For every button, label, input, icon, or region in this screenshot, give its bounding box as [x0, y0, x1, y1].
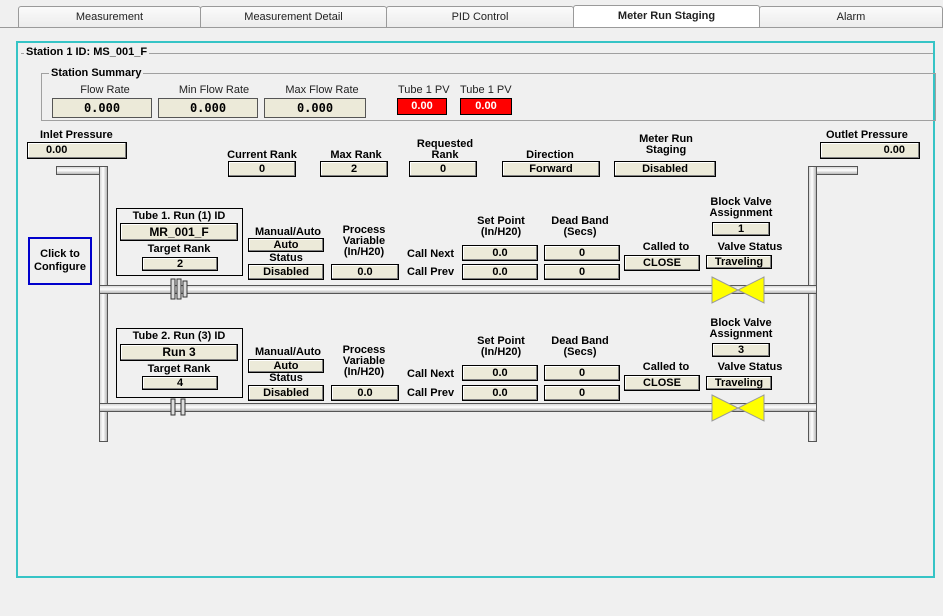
tube2-pv-label: Process Variable (In/H20): [342, 344, 386, 378]
tube2-manual-auto[interactable]: Auto: [248, 359, 324, 373]
tube2-process-variable: 0.0: [331, 385, 399, 401]
tube2-call-next-label: Call Next: [407, 368, 455, 380]
tube1-valve-status: Traveling: [706, 255, 772, 269]
tube1-process-variable: 0.0: [331, 264, 399, 280]
flow-rate-label: Flow Rate: [80, 84, 130, 96]
tube1-pv-label-b: Tube 1 PV: [460, 84, 512, 96]
current-rank-value: 0: [228, 161, 296, 177]
station-summary-title: Station Summary: [49, 67, 144, 79]
direction-label: Direction: [526, 149, 574, 161]
tube2-valve-status-label: Valve Status: [717, 361, 783, 373]
requested-rank-label: Requested Rank: [416, 138, 474, 161]
valve-icon: [710, 393, 766, 423]
orifice-meter-icon: [168, 397, 190, 417]
tube1-pv-value-a: 0.00: [397, 98, 447, 115]
tube1-target-rank: 2: [142, 257, 218, 271]
tube2-call-prev-label: Call Prev: [407, 387, 455, 399]
tube1-manual-auto[interactable]: Auto: [248, 238, 324, 252]
inlet-pressure-label: Inlet Pressure: [40, 129, 113, 141]
max-rank-value: 2: [320, 161, 388, 177]
tube2-block-valve-label: Block Valve Assignment: [709, 317, 773, 340]
outlet-pressure-label: Outlet Pressure: [826, 129, 908, 141]
inlet-pressure-value: 0.00: [27, 142, 127, 159]
tube1-status-label: Status: [269, 252, 303, 264]
tube2-target-rank: 4: [142, 376, 218, 390]
inlet-header-pipe: [99, 166, 108, 442]
tube2-set-point-next[interactable]: 0.0: [462, 365, 538, 381]
tube1-pv-label-a: Tube 1 PV: [398, 84, 450, 96]
min-flow-rate-label: Min Flow Rate: [178, 84, 250, 96]
tube1-title: Tube 1. Run (1) ID: [132, 210, 226, 222]
tube2-dead-band-next[interactable]: 0: [544, 365, 620, 381]
station-group-line: [21, 53, 933, 55]
tab-measurement-detail[interactable]: Measurement Detail: [200, 6, 387, 27]
max-flow-rate-value: 0.000: [264, 98, 366, 118]
requested-rank-value: 0: [409, 161, 477, 177]
tube2-title: Tube 2. Run (3) ID: [132, 330, 226, 342]
current-rank-label: Current Rank: [227, 149, 297, 161]
tube1-dead-band-next[interactable]: 0: [544, 245, 620, 261]
tube1-status: Disabled: [248, 264, 324, 280]
outlet-pressure-value: 0.00: [820, 142, 920, 159]
tube2-status-label: Status: [269, 372, 303, 384]
tube2-run-id: Run 3: [120, 344, 238, 361]
tube2-called-to-label: Called to: [642, 361, 690, 373]
tube2-status: Disabled: [248, 385, 324, 401]
max-rank-label: Max Rank: [330, 149, 382, 161]
tube1-dead-band-prev[interactable]: 0: [544, 264, 620, 280]
tab-measurement[interactable]: Measurement: [18, 6, 201, 27]
tube1-set-point-next[interactable]: 0.0: [462, 245, 538, 261]
tube2-set-point-label: Set Point (In/H20): [477, 335, 525, 358]
tube1-target-rank-label: Target Rank: [147, 243, 211, 255]
tab-pid-control[interactable]: PID Control: [386, 6, 574, 27]
meter-run-staging-value: Disabled: [614, 161, 716, 177]
tube1-set-point-prev[interactable]: 0.0: [462, 264, 538, 280]
tube1-block-valve[interactable]: 1: [712, 222, 770, 236]
tube2-manual-auto-label: Manual/Auto: [255, 346, 321, 358]
tube1-pv-value-b: 0.00: [460, 98, 512, 115]
max-flow-rate-label: Max Flow Rate: [285, 84, 359, 96]
tube1-block-valve-label: Block Valve Assignment: [709, 196, 773, 219]
tab-meter-run-staging[interactable]: Meter Run Staging: [573, 5, 760, 27]
tube2-set-point-prev[interactable]: 0.0: [462, 385, 538, 401]
tube2-dead-band-label: Dead Band (Secs): [551, 335, 609, 358]
tube1-run-id: MR_001_F: [120, 223, 238, 241]
tube1-set-point-label: Set Point (In/H20): [477, 215, 525, 238]
tube2-target-rank-label: Target Rank: [147, 363, 211, 375]
tube1-call-next-label: Call Next: [407, 248, 455, 260]
tube1-called-to-label: Called to: [642, 241, 690, 253]
valve-icon: [710, 275, 766, 305]
flow-rate-value: 0.000: [52, 98, 152, 118]
meter-run-staging-label: Meter Run Staging: [639, 133, 693, 156]
tube2-dead-band-prev[interactable]: 0: [544, 385, 620, 401]
tab-alarm[interactable]: Alarm: [759, 6, 943, 27]
tube2-valve-status: Traveling: [706, 376, 772, 390]
outlet-header-pipe: [808, 166, 817, 442]
orifice-meter-icon: [168, 278, 190, 300]
min-flow-rate-value: 0.000: [158, 98, 258, 118]
tube1-manual-auto-label: Manual/Auto: [255, 226, 321, 238]
configure-button[interactable]: Click to Configure: [28, 237, 92, 285]
tube1-called-to: CLOSE: [624, 255, 700, 271]
tube1-call-prev-label: Call Prev: [407, 266, 455, 278]
tube1-dead-band-label: Dead Band (Secs): [551, 215, 609, 238]
direction-value: Forward: [502, 161, 600, 177]
main-panel: [16, 41, 935, 578]
station-id-label: Station 1 ID: MS_001_F: [24, 46, 150, 58]
tube2-called-to: CLOSE: [624, 375, 700, 391]
tube1-valve-status-label: Valve Status: [717, 241, 783, 253]
tube1-pv-label: Process Variable (In/H20): [342, 224, 386, 258]
tab-divider: [0, 27, 943, 28]
tube2-block-valve[interactable]: 3: [712, 343, 770, 357]
